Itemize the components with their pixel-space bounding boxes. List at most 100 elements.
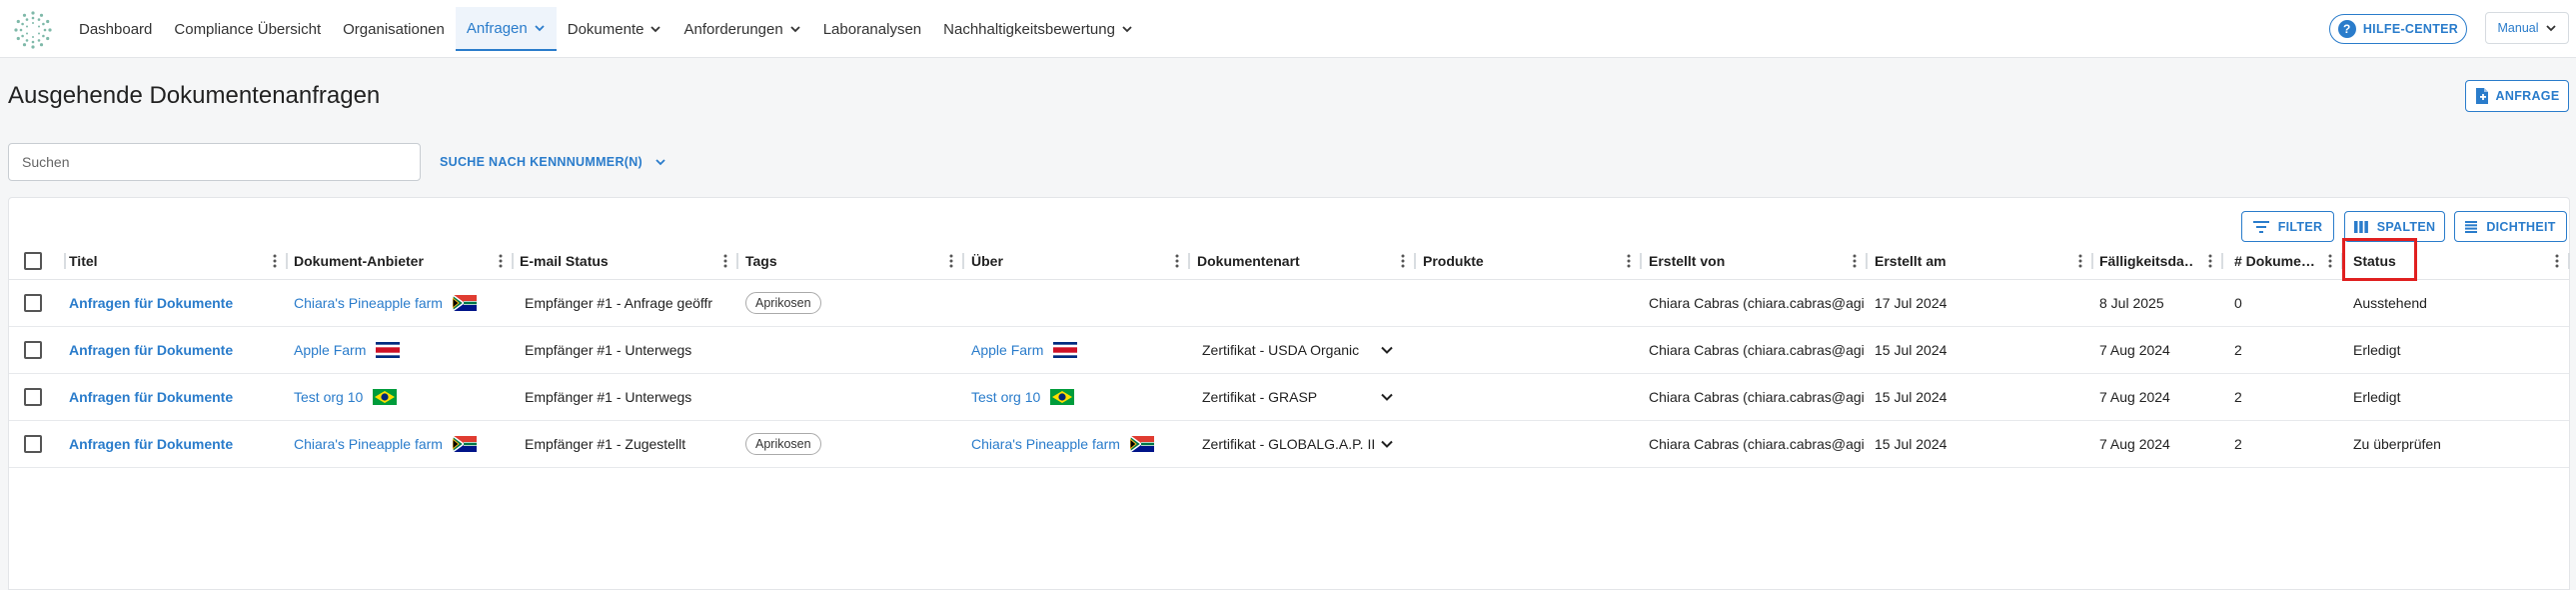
column-header-title[interactable]: Titel bbox=[69, 242, 259, 280]
requests-table: FILTER SPALTEN DICHTHEIT Titel Dokument-… bbox=[8, 197, 2570, 590]
chevron-down-icon[interactable] bbox=[1380, 437, 1394, 451]
help-center-button[interactable]: ? HILFE-CENTER bbox=[2329, 14, 2467, 44]
doc-count-cell: 0 bbox=[2234, 280, 2334, 326]
filter-button[interactable]: FILTER bbox=[2241, 211, 2334, 242]
column-menu-icon[interactable] bbox=[498, 254, 504, 268]
doc-count-cell: 2 bbox=[2234, 421, 2334, 467]
top-navigation-bar: Dashboard Compliance Übersicht Organisat… bbox=[0, 0, 2576, 58]
column-menu-icon[interactable] bbox=[272, 254, 278, 268]
doc-count-text: 2 bbox=[2234, 436, 2242, 452]
created-by-cell: Chiara Cabras (chiara.cabras@agi bbox=[1649, 374, 1864, 420]
column-menu-icon[interactable] bbox=[2327, 254, 2333, 268]
request-title-link[interactable]: Anfragen für Dokumente bbox=[69, 342, 233, 358]
column-menu-icon[interactable] bbox=[2077, 254, 2083, 268]
created-by-cell: Chiara Cabras (chiara.cabras@agi bbox=[1649, 280, 1864, 326]
column-header-doc-type[interactable]: Dokumentenart bbox=[1197, 242, 1387, 280]
nav-requests[interactable]: Anfragen bbox=[455, 7, 557, 51]
row-checkbox[interactable] bbox=[24, 421, 44, 467]
table-row[interactable]: Anfragen für Dokumente Chiara's Pineapple… bbox=[9, 280, 2569, 327]
request-title-link[interactable]: Anfragen für Dokumente bbox=[69, 295, 233, 311]
table-row[interactable]: Anfragen für Dokumente Test org 10 Empfäng… bbox=[9, 374, 2569, 421]
row-checkbox[interactable] bbox=[24, 280, 44, 326]
column-header-about[interactable]: Über bbox=[971, 242, 1161, 280]
provider-link[interactable]: Chiara's Pineapple farm bbox=[294, 295, 443, 311]
created-by-cell: Chiara Cabras (chiara.cabras@agi bbox=[1649, 327, 1864, 373]
chevron-down-icon bbox=[2545, 25, 2556, 32]
chevron-down-icon[interactable] bbox=[1380, 343, 1394, 357]
request-title-link[interactable]: Anfragen für Dokumente bbox=[69, 389, 233, 405]
status-text: Erledigt bbox=[2353, 389, 2401, 405]
nav-organisations[interactable]: Organisationen bbox=[332, 9, 456, 49]
density-button[interactable]: DICHTHEIT bbox=[2454, 211, 2567, 242]
due-date-text: 7 Aug 2024 bbox=[2099, 342, 2170, 358]
select-all-checkbox[interactable] bbox=[24, 242, 42, 280]
search-input[interactable] bbox=[8, 143, 421, 181]
new-request-button[interactable]: ANFRAGE bbox=[2465, 80, 2569, 112]
column-menu-icon[interactable] bbox=[2207, 254, 2213, 268]
created-at-cell: 15 Jul 2024 bbox=[1875, 421, 2074, 467]
due-date-text: 7 Aug 2024 bbox=[2099, 389, 2170, 405]
chevron-down-icon bbox=[790, 26, 800, 33]
email-status-text: Empfänger #1 - Zugestellt bbox=[525, 436, 686, 452]
nav-sustainability[interactable]: Nachhaltigkeitsbewertung bbox=[932, 9, 1144, 49]
about-cell bbox=[971, 280, 1186, 326]
column-menu-icon[interactable] bbox=[2554, 254, 2560, 268]
row-checkbox[interactable] bbox=[24, 374, 44, 420]
due-date-cell: 8 Jul 2025 bbox=[2099, 280, 2219, 326]
about-cell: Apple Farm bbox=[971, 327, 1186, 373]
density-label: DICHTHEIT bbox=[2486, 219, 2556, 234]
country-flag-icon bbox=[452, 434, 477, 454]
doc-count-text: 0 bbox=[2234, 295, 2242, 311]
column-header-created-by[interactable]: Erstellt von bbox=[1649, 242, 1839, 280]
nav-organisations-label: Organisationen bbox=[343, 20, 445, 38]
country-flag-icon bbox=[373, 389, 398, 405]
manual-dropdown[interactable]: Manual bbox=[2485, 12, 2569, 44]
provider-link[interactable]: Apple Farm bbox=[294, 342, 366, 358]
table-row[interactable]: Anfragen für Dokumente Apple Farm Empfänge… bbox=[9, 327, 2569, 374]
nav-dashboard[interactable]: Dashboard bbox=[68, 9, 163, 49]
provider-link[interactable]: Test org 10 bbox=[294, 389, 363, 405]
nav-compliance-overview[interactable]: Compliance Übersicht bbox=[163, 9, 332, 49]
row-checkbox[interactable] bbox=[24, 327, 44, 373]
nav-requirements[interactable]: Anforderungen bbox=[672, 9, 811, 49]
title-cell: Anfragen für Dokumente bbox=[69, 421, 279, 467]
provider-link[interactable]: Chiara's Pineapple farm bbox=[294, 436, 443, 452]
nav-lab-analyses[interactable]: Laboranalysen bbox=[812, 9, 932, 49]
column-menu-icon[interactable] bbox=[1400, 254, 1406, 268]
columns-label: SPALTEN bbox=[2376, 219, 2436, 234]
column-menu-icon[interactable] bbox=[722, 254, 728, 268]
nav-documents[interactable]: Dokumente bbox=[557, 9, 673, 49]
column-header-email-status[interactable]: E-mail Status bbox=[520, 242, 709, 280]
about-link[interactable]: Chiara's Pineapple farm bbox=[971, 436, 1120, 452]
table-row[interactable]: Anfragen für Dokumente Chiara's Pineapple… bbox=[9, 421, 2569, 468]
column-menu-icon[interactable] bbox=[1626, 254, 1632, 268]
column-header-due-date[interactable]: Fälligkeitsda… bbox=[2099, 242, 2194, 280]
column-menu-icon[interactable] bbox=[948, 254, 954, 268]
column-menu-icon[interactable] bbox=[1852, 254, 1858, 268]
chevron-down-icon[interactable] bbox=[1380, 390, 1394, 404]
provider-cell: Chiara's Pineapple farm bbox=[294, 280, 509, 326]
column-header-provider[interactable]: Dokument-Anbieter bbox=[294, 242, 484, 280]
column-header-doc-count[interactable]: # Dokume… bbox=[2234, 242, 2314, 280]
about-link[interactable]: Test org 10 bbox=[971, 389, 1040, 405]
tag-chip: Aprikosen bbox=[745, 292, 821, 314]
about-cell: Chiara's Pineapple farm bbox=[971, 421, 1186, 467]
created-at-cell: 17 Jul 2024 bbox=[1875, 280, 2074, 326]
about-cell: Test org 10 bbox=[971, 374, 1186, 420]
density-icon bbox=[2465, 220, 2478, 233]
tags-cell bbox=[745, 374, 945, 420]
created-by-text: Chiara Cabras (chiara.cabras@agi bbox=[1649, 342, 1864, 358]
doc-type-cell bbox=[1202, 280, 1374, 326]
column-header-tags[interactable]: Tags bbox=[745, 242, 935, 280]
logo-icon[interactable] bbox=[13, 10, 53, 50]
request-title-link[interactable]: Anfragen für Dokumente bbox=[69, 436, 233, 452]
email-status-cell: Empfänger #1 - Unterwegs bbox=[525, 327, 730, 373]
tags-cell: Aprikosen bbox=[745, 421, 945, 467]
created-by-cell: Chiara Cabras (chiara.cabras@agi bbox=[1649, 421, 1864, 467]
title-cell: Anfragen für Dokumente bbox=[69, 374, 279, 420]
column-header-created-at[interactable]: Erstellt am bbox=[1875, 242, 2064, 280]
about-link[interactable]: Apple Farm bbox=[971, 342, 1043, 358]
column-menu-icon[interactable] bbox=[1174, 254, 1180, 268]
column-header-products[interactable]: Produkte bbox=[1423, 242, 1613, 280]
id-search-dropdown[interactable]: SUCHE NACH KENNNUMMER(N) bbox=[440, 151, 666, 173]
